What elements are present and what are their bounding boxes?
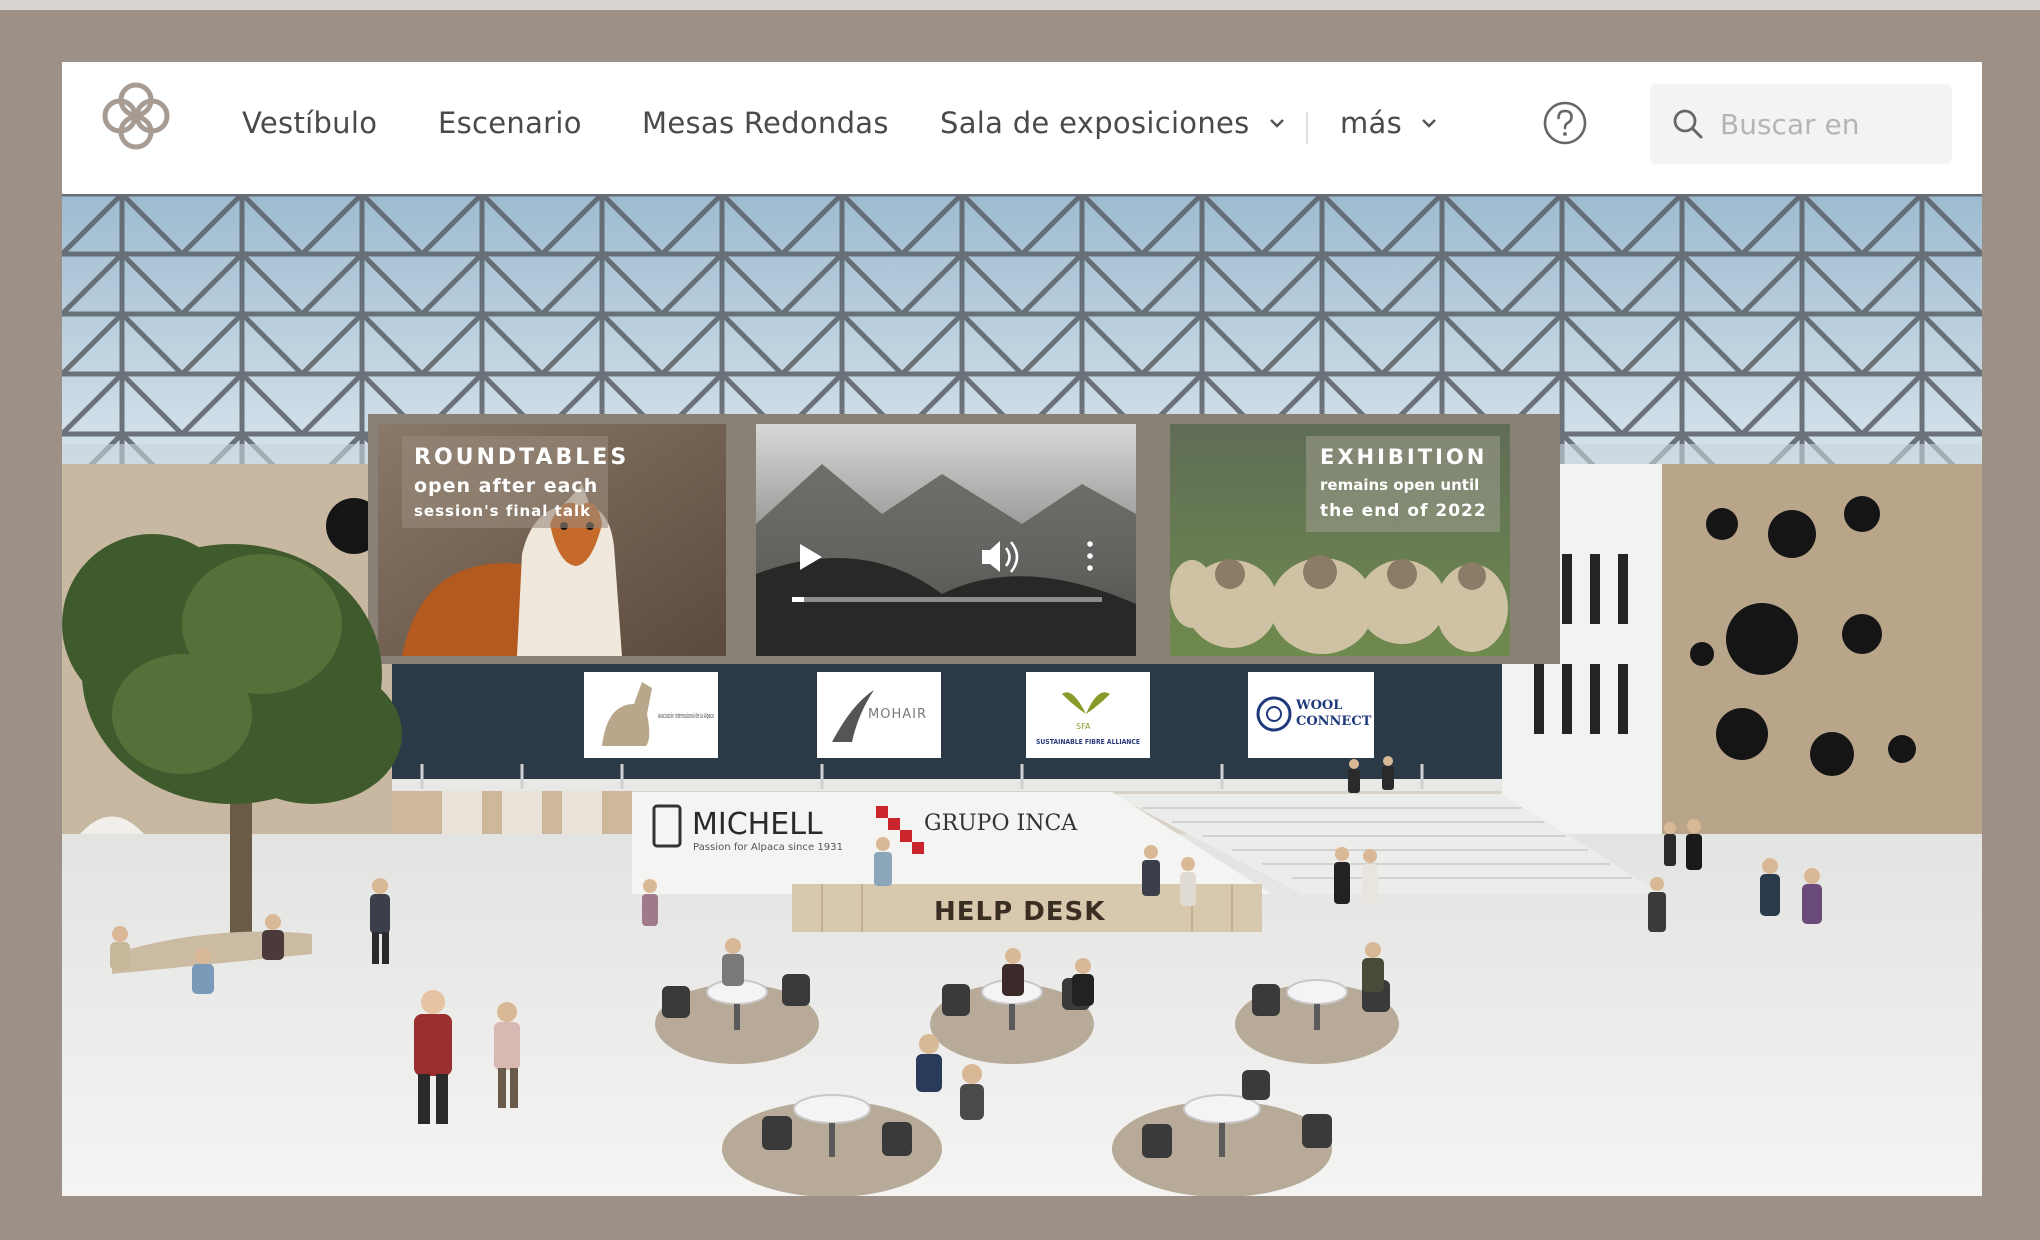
exhibition-title: EXHIBITION	[1320, 445, 1487, 469]
window-top-edge	[0, 0, 2040, 10]
nav-item-sala-exposiciones[interactable]: Sala de exposiciones	[940, 106, 1286, 140]
roundtables-title: ROUNDTABLES	[414, 445, 629, 470]
video-player[interactable]	[756, 424, 1136, 656]
nav-label: Mesas Redondas	[642, 106, 889, 140]
sponsor-sfa-short: SFA	[1076, 722, 1091, 731]
nav-item-mas[interactable]: más	[1340, 106, 1438, 140]
sponsor-aia-name: Asociación Internacional de la Alpaca	[658, 712, 714, 720]
sponsor-wool-word: WOOL	[1295, 698, 1342, 713]
more-options-icon[interactable]	[1087, 541, 1093, 571]
sponsor-mohair[interactable]: MOHAIR	[817, 672, 941, 758]
search-icon	[1673, 109, 1703, 139]
sponsor-aia[interactable]: Asociación Internacional de la Alpaca	[584, 672, 718, 758]
nav-item-escenario[interactable]: Escenario	[438, 106, 582, 140]
help-desk-sign: HELP DESK	[934, 897, 1105, 927]
sponsor-mohair-name: MOHAIR	[868, 707, 927, 722]
chevron-down-icon	[1422, 119, 1436, 128]
nav-divider	[1306, 112, 1308, 144]
sponsor-sfa[interactable]: SFA SUSTAINABLE FIBRE ALLIANCE	[1026, 672, 1150, 758]
nav-label: Sala de exposiciones	[940, 106, 1250, 140]
help-icon[interactable]	[1542, 100, 1588, 146]
search-input[interactable]	[1720, 107, 1940, 141]
virtual-event-app: Vestíbulo Escenario Mesas Redondas Sala …	[62, 62, 1982, 1196]
search-box[interactable]	[1650, 84, 1952, 164]
lobby-scene: ROUNDTABLES open after each session's fi…	[62, 194, 1982, 1196]
nav-item-mesas-redondas[interactable]: Mesas Redondas	[642, 106, 889, 140]
chevron-down-icon	[1269, 119, 1284, 128]
event-logo-icon[interactable]	[96, 76, 176, 156]
top-nav: Vestíbulo Escenario Mesas Redondas Sala …	[62, 62, 1982, 194]
lobby-illustration: ROUNDTABLES open after each session's fi…	[62, 194, 1982, 1196]
exhibition-line2: the end of 2022	[1320, 501, 1487, 521]
michell-tagline: Passion for Alpaca since 1931	[693, 842, 843, 853]
sponsor-connect-word: CONNECT	[1296, 714, 1372, 729]
sponsor-sfa-name: SUSTAINABLE FIBRE ALLIANCE	[1036, 738, 1140, 746]
nav-label: Vestíbulo	[242, 106, 378, 140]
nav-item-vestibulo[interactable]: Vestíbulo	[242, 106, 377, 140]
video-progress-fill	[792, 597, 804, 602]
roundtables-screen[interactable]: ROUNDTABLES open after each session's fi…	[378, 424, 726, 656]
roundtables-line2: session's final talk	[414, 502, 591, 520]
exhibition-screen[interactable]: EXHIBITION remains open until the end of…	[1170, 424, 1510, 656]
exhibition-line1: remains open until	[1320, 476, 1479, 494]
roundtables-line1: open after each	[414, 475, 598, 497]
michell-logo: MICHELL	[692, 807, 823, 842]
nav-label: más	[1340, 106, 1403, 140]
grupo-inca-logo: GRUPO INCA	[924, 811, 1078, 836]
nav-label: Escenario	[438, 106, 582, 140]
video-progress-track[interactable]	[792, 597, 1102, 602]
sponsor-wool-connect[interactable]: WOOL CONNECT	[1248, 672, 1374, 758]
